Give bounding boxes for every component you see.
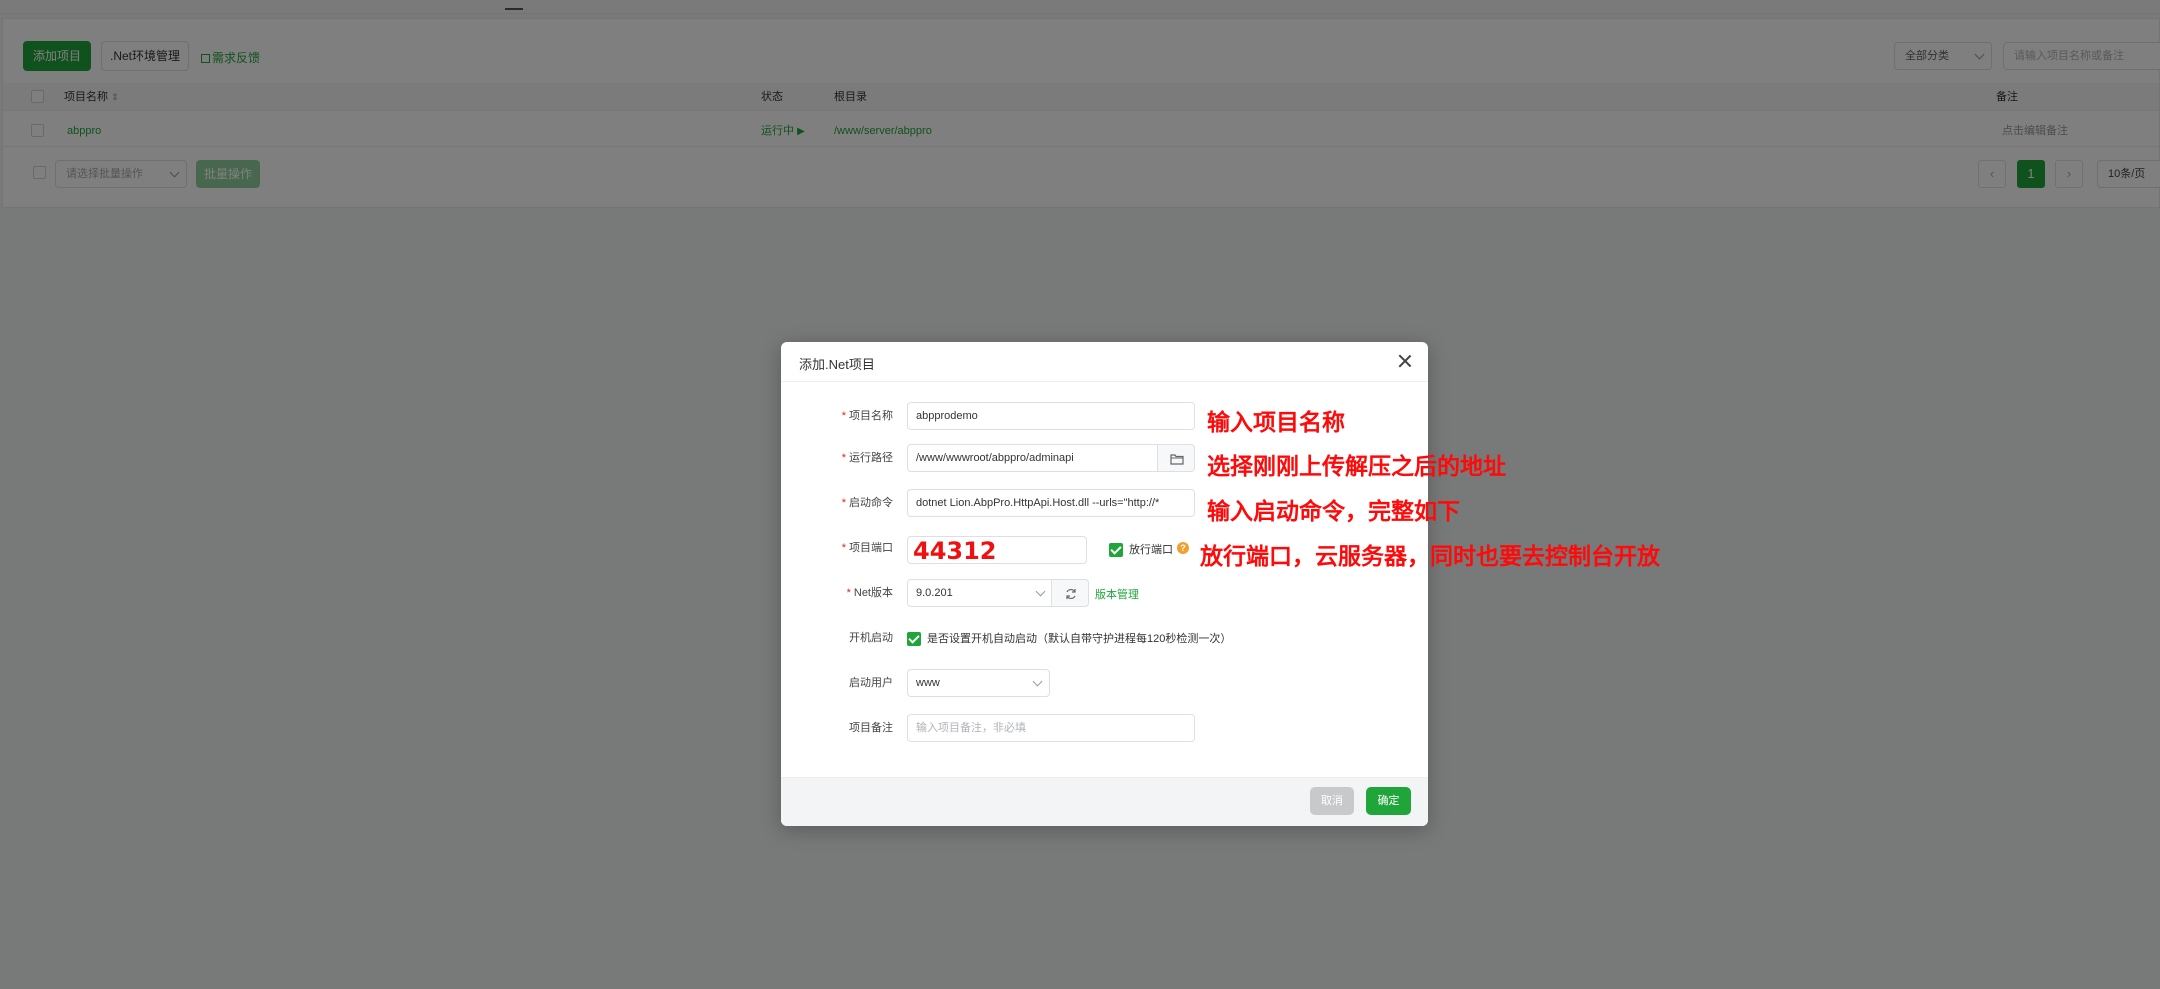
folder-picker-button[interactable] — [1157, 444, 1195, 472]
project-name-input[interactable]: abpprodemo — [907, 402, 1195, 430]
run-path-label-text: 运行路径 — [849, 452, 893, 464]
project-port-value: 44312 — [913, 537, 997, 565]
folder-icon — [1170, 454, 1184, 465]
autostart-label: 开机启动 — [849, 632, 893, 644]
refresh-icon — [1066, 588, 1076, 600]
dialog-header: 添加.Net项目 — [781, 342, 1428, 382]
run-path-label: * 运行路径 — [841, 452, 893, 464]
net-version-label: * Net版本 — [846, 587, 893, 599]
open-port-label: 放行端口 — [1129, 544, 1173, 556]
autostart-checkbox-text: 是否设置开机自动启动（默认自带守护进程每120秒检测一次） — [927, 633, 1232, 645]
dialog-title: 添加.Net项目 — [799, 357, 875, 372]
start-user-select[interactable]: www — [907, 669, 1050, 697]
project-name-label: * 项目名称 — [841, 410, 893, 422]
chevron-down-icon — [1035, 586, 1046, 597]
dialog-footer: 取消 确定 — [781, 777, 1428, 826]
start-user-value: www — [916, 677, 940, 689]
annotation-run-path: 选择刚刚上传解压之后的地址 — [1207, 454, 1506, 480]
start-command-label-text: 启动命令 — [849, 497, 893, 509]
help-icon[interactable]: ? — [1177, 542, 1189, 554]
project-port-input[interactable]: 44312 — [907, 536, 1087, 565]
chevron-down-icon — [1032, 676, 1043, 687]
project-remark-label: 项目备注 — [849, 722, 893, 734]
net-version-select[interactable]: 9.0.201 — [907, 579, 1053, 607]
annotation-project-name: 输入项目名称 — [1207, 410, 1345, 436]
project-port-label: * 项目端口 — [841, 542, 893, 554]
annotation-start-command: 输入启动命令，完整如下 — [1207, 499, 1460, 525]
confirm-button[interactable]: 确定 — [1366, 787, 1411, 815]
start-command-input[interactable]: dotnet Lion.AbpPro.HttpApi.Host.dll --ur… — [907, 489, 1195, 517]
start-command-label: * 启动命令 — [841, 497, 893, 509]
autostart-checkbox[interactable] — [907, 632, 921, 646]
project-port-label-text: 项目端口 — [849, 542, 893, 554]
net-version-label-text: Net版本 — [853, 587, 893, 599]
cancel-button[interactable]: 取消 — [1310, 787, 1354, 815]
project-name-label-text: 项目名称 — [849, 410, 893, 422]
close-icon[interactable] — [1396, 352, 1414, 370]
refresh-button[interactable] — [1051, 579, 1089, 607]
run-path-input[interactable]: /www/wwwroot/abppro/adminapi — [907, 444, 1158, 472]
start-user-label: 启动用户 — [849, 677, 893, 689]
open-port-checkbox[interactable] — [1109, 543, 1123, 557]
project-remark-input[interactable]: 输入项目备注，非必填 — [907, 714, 1195, 742]
version-manage-link[interactable]: 版本管理 — [1095, 586, 1139, 602]
annotation-open-port: 放行端口，云服务器，同时也要去控制台开放 — [1200, 544, 1660, 570]
net-version-value: 9.0.201 — [916, 587, 953, 599]
